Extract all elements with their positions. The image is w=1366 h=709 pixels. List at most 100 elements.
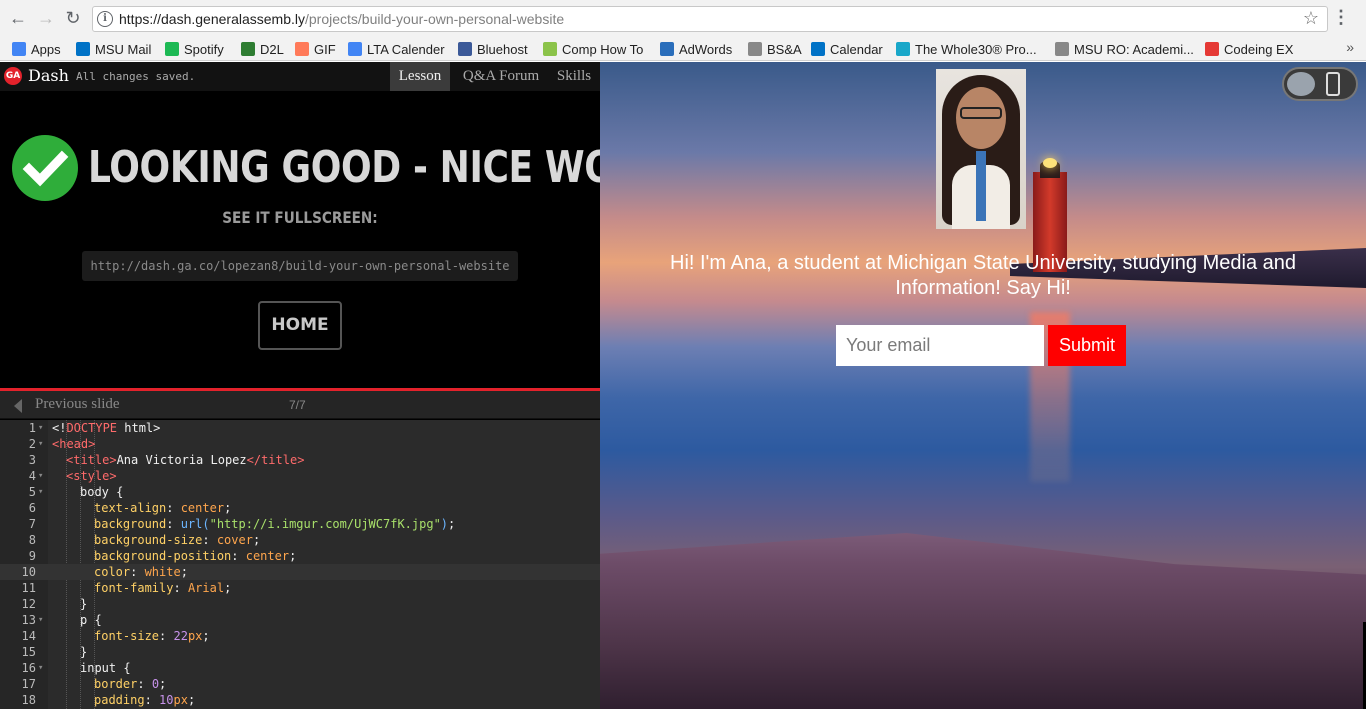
code-line[interactable]: 4 ▾ <style> <box>0 468 600 484</box>
bookmark-label: Bluehost <box>477 41 528 57</box>
dash-editor-panel: GA Dash All changes saved. Lesson Q&A Fo… <box>0 62 600 709</box>
code-line[interactable]: 5 ▾ body { <box>0 484 600 500</box>
bookmark-item[interactable]: Apps <box>12 40 61 58</box>
code-text: } <box>80 597 88 611</box>
back-arrow-icon[interactable]: ← <box>8 8 28 28</box>
fold-arrow-icon[interactable]: ▾ <box>38 484 43 500</box>
toggle-knob <box>1287 72 1315 96</box>
line-number: 10 <box>21 565 36 579</box>
fold-arrow-icon[interactable]: ▾ <box>38 436 43 452</box>
bookmark-label: GIF <box>314 41 336 57</box>
bookmark-item[interactable]: Spotify <box>165 40 224 58</box>
globe-icon <box>660 42 674 56</box>
code-line[interactable]: 14 font-size: 22px; <box>0 628 600 644</box>
device-view-toggle[interactable] <box>1282 67 1358 101</box>
line-number: 4 <box>28 469 36 483</box>
reload-icon[interactable]: ↻ <box>63 8 83 28</box>
profile-photo <box>936 69 1026 229</box>
outlook-icon <box>811 42 825 56</box>
line-number: 7 <box>28 517 36 531</box>
submit-button[interactable]: Submit <box>1048 325 1126 366</box>
line-number: 11 <box>21 581 36 595</box>
fold-arrow-icon[interactable]: ▾ <box>38 468 43 484</box>
bookmark-item[interactable]: BS&A <box>748 40 802 58</box>
bookmark-label: AdWords <box>679 41 733 57</box>
page-icon <box>1055 42 1069 56</box>
code-line[interactable]: 18 padding: 10px; <box>0 692 600 708</box>
bookmarks-bar: Apps MSU Mail Spotify D2L GIF LTA Calender Blu… <box>0 37 1366 61</box>
line-number: 17 <box>21 677 36 691</box>
code-line[interactable]: 17 border: 0; <box>0 676 600 692</box>
hubspot-icon <box>295 42 309 56</box>
code-line[interactable]: 7 background: url("http://i.imgur.com/UjW… <box>0 516 600 532</box>
code-line[interactable]: 15} <box>0 644 600 660</box>
url-path: /projects/build-your-own-personal-websit… <box>305 11 565 27</box>
line-number: 5 <box>28 485 36 499</box>
forward-arrow-icon[interactable]: → <box>36 8 56 28</box>
tab-lesson[interactable]: Lesson <box>390 62 450 91</box>
bookmark-label: Comp How To <box>562 41 644 57</box>
tab-skills[interactable]: Skills <box>552 62 596 91</box>
code-line[interactable]: 16 ▾ input { <box>0 660 600 676</box>
fold-arrow-icon[interactable]: ▾ <box>38 612 43 628</box>
tab-qa-forum[interactable]: Q&A Forum <box>458 62 544 91</box>
address-url[interactable]: https://dash.generalassemb.ly/projects/b… <box>119 11 564 27</box>
browser-toolbar: ← → ↻ i https://dash.generalassemb.ly/pr… <box>0 0 1366 37</box>
bookmark-item[interactable]: The Whole30® Pro... <box>896 40 1037 58</box>
h-icon <box>543 42 557 56</box>
url-host: https://dash.generalassemb.ly <box>119 11 305 27</box>
browser-menu-icon[interactable]: ⋮ <box>1332 7 1350 28</box>
bookmark-item[interactable]: Comp How To <box>543 40 643 58</box>
code-line[interactable]: 3 <title>Ana Victoria Lopez</title> <box>0 452 600 468</box>
bookmark-item[interactable]: MSU RO: Academi... <box>1055 40 1194 58</box>
email-input[interactable] <box>836 325 1044 366</box>
page-icon <box>748 42 762 56</box>
bookmark-item[interactable]: D2L <box>241 40 284 58</box>
bookmark-label: Apps <box>31 41 61 57</box>
line-number: 16 <box>21 661 36 675</box>
bookmark-label: MSU Mail <box>95 41 152 57</box>
code-text: background-position: center; <box>94 549 297 563</box>
bookmark-item[interactable]: MSU Mail <box>76 40 151 58</box>
code-line[interactable]: 2 ▾ <head> <box>0 436 600 452</box>
code-line[interactable]: 8 background-size: cover; <box>0 532 600 548</box>
code-line[interactable]: 12} <box>0 596 600 612</box>
bluehost-icon <box>458 42 472 56</box>
address-bar[interactable]: i https://dash.generalassemb.ly/projects… <box>92 6 1328 32</box>
bookmark-item[interactable]: Calendar <box>811 40 883 58</box>
bookmark-star-icon[interactable]: ☆ <box>1303 8 1319 29</box>
site-info-icon[interactable]: i <box>97 11 113 27</box>
bookmark-item[interactable]: LTA Calender <box>348 40 445 58</box>
code-text: input { <box>80 661 131 675</box>
code-text: text-align: center; <box>94 501 232 515</box>
fold-arrow-icon[interactable]: ▾ <box>38 420 43 436</box>
code-line[interactable]: 10 color: white; <box>0 564 600 580</box>
code-line[interactable]: 11 font-family: Arial; <box>0 580 600 596</box>
success-headline: LOOKING GOOD - NICE WORK! <box>88 142 600 193</box>
bookmark-item[interactable]: AdWords <box>660 40 732 58</box>
code-editor[interactable]: 1 ▾ <!DOCTYPE html> 2 ▾ <head> 3 <title>Ana Vic… <box>0 420 600 709</box>
code-line[interactable]: 1 ▾ <!DOCTYPE html> <box>0 420 600 436</box>
more-bookmarks-chevron-icon[interactable]: » <box>1346 39 1354 55</box>
code-text: <title>Ana Victoria Lopez</title> <box>66 453 305 467</box>
bookmark-label: Calendar <box>830 41 883 57</box>
fullscreen-url-field[interactable]: http://dash.ga.co/lopezan8/build-your-ow… <box>82 251 518 281</box>
code-line[interactable]: 6 text-align: center; <box>0 500 600 516</box>
bookmark-item[interactable]: Bluehost <box>458 40 528 58</box>
code-line[interactable]: 13 ▾ p { <box>0 612 600 628</box>
bookmark-item[interactable]: Codeing EX <box>1205 40 1293 58</box>
ga-logo[interactable]: GA <box>4 67 22 85</box>
bookmark-item[interactable]: GIF <box>295 40 336 58</box>
bookmark-label: D2L <box>260 41 284 57</box>
previous-slide-link[interactable]: Previous slide <box>35 396 120 413</box>
line-number: 8 <box>28 533 36 547</box>
home-button[interactable]: HOME <box>258 301 342 350</box>
code-line[interactable]: 9 background-position: center; <box>0 548 600 564</box>
codeing-icon <box>1205 42 1219 56</box>
line-number: 15 <box>21 645 36 659</box>
fold-arrow-icon[interactable]: ▾ <box>38 660 43 676</box>
previous-arrow-icon[interactable] <box>14 399 22 413</box>
bookmark-label: Spotify <box>184 41 224 57</box>
background-shore <box>600 533 1366 709</box>
slide-counter: 7/7 <box>289 398 306 412</box>
